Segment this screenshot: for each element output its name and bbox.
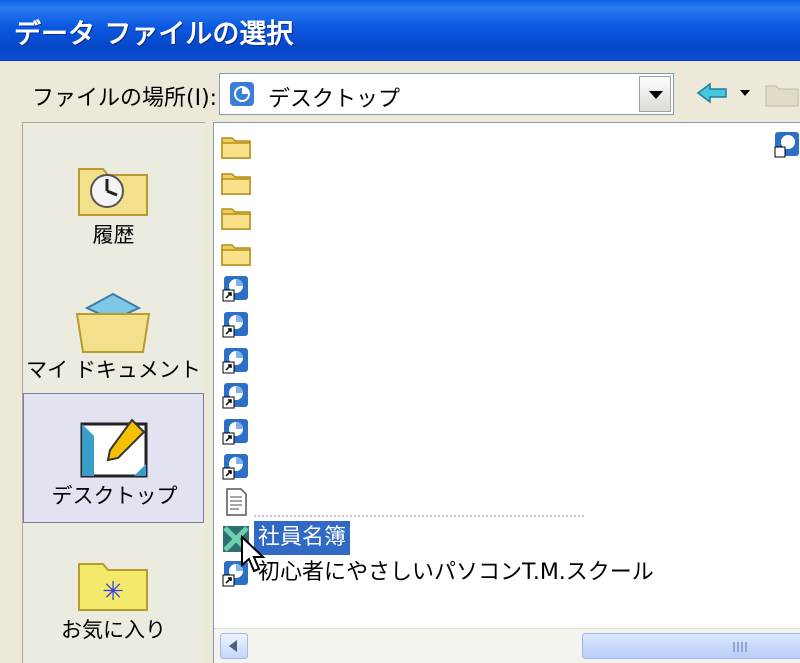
- shortcut-icon: [222, 276, 248, 302]
- horizontal-scrollbar[interactable]: [214, 628, 800, 663]
- svg-text:✳: ✳: [102, 577, 124, 607]
- back-arrow-icon[interactable]: [696, 82, 728, 104]
- place-label: お気に入り: [61, 618, 166, 642]
- shortcut-icon: [222, 454, 248, 480]
- title-bar[interactable]: データ ファイルの選択: [0, 0, 800, 61]
- favorites-icon: ✳: [78, 563, 148, 611]
- place-history[interactable]: 履歴: [23, 133, 204, 263]
- place-desktop[interactable]: デスクトップ: [23, 393, 204, 523]
- look-in-combobox[interactable]: デスクトップ: [219, 73, 674, 115]
- shortcut-icon: [222, 347, 248, 374]
- window-title: データ ファイルの選択: [14, 19, 294, 50]
- file-list[interactable]: 社員名簿初心者にやさしいパソコンT.M.スクール: [213, 122, 800, 663]
- place-favorites[interactable]: ✳ お気に入り: [23, 528, 204, 658]
- place-label: マイ ドキュメント: [26, 358, 201, 382]
- text-file-icon: [226, 488, 247, 516]
- back-dropdown-icon[interactable]: [740, 90, 750, 96]
- shortcut-icon: [222, 312, 248, 338]
- truncated-filename: [254, 515, 584, 517]
- look-in-value: デスクトップ: [268, 87, 401, 112]
- place-label: デスクトップ: [51, 484, 178, 508]
- scroll-left-button[interactable]: [220, 633, 248, 659]
- place-my-documents[interactable]: マイ ドキュメント: [23, 268, 204, 398]
- shortcut-icon: [222, 418, 248, 445]
- folder-icon: [221, 172, 251, 195]
- folder-icon: [221, 208, 251, 230]
- history-icon: [78, 168, 148, 216]
- mouse-cursor-icon: [241, 535, 266, 573]
- folder-icon: [221, 244, 251, 266]
- places-bar: 履歴 マイ ドキュメント デスクトップ ✳ お気に入り: [22, 122, 205, 663]
- file-name: 初心者にやさしいパソコンT.M.スクール: [258, 560, 654, 586]
- place-label: 履歴: [92, 223, 135, 247]
- up-folder-icon[interactable]: [764, 78, 800, 108]
- my-documents-icon: [75, 292, 151, 353]
- look-in-row: ファイルの場所(I): デスクトップ: [0, 60, 800, 124]
- chevron-down-icon[interactable]: [639, 76, 671, 112]
- desktop-icon: [80, 418, 148, 478]
- look-in-label: ファイルの場所(I):: [32, 86, 218, 111]
- file-name: 社員名簿: [254, 520, 351, 555]
- scrollbar-thumb[interactable]: [582, 633, 800, 659]
- shortcut-icon[interactable]: [772, 129, 800, 159]
- folder-icon: [221, 137, 251, 159]
- desktop-shortcut-icon: [230, 82, 254, 106]
- shortcut-icon: [222, 383, 248, 409]
